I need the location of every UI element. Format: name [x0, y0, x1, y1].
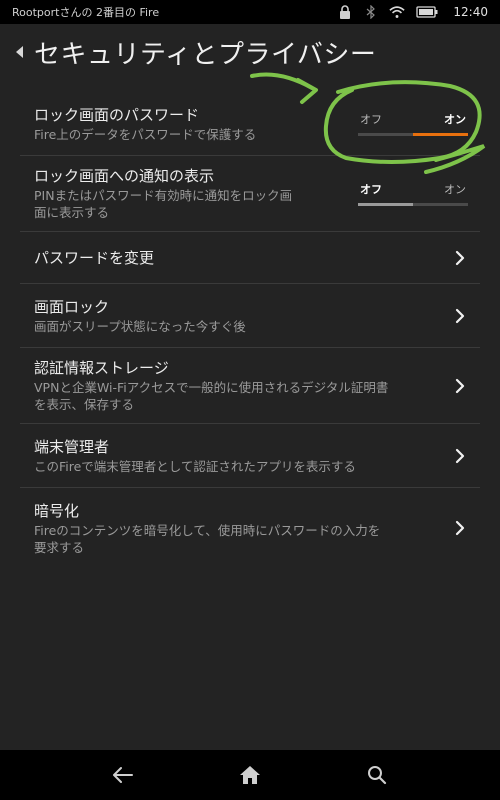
back-arrow-icon: [113, 767, 134, 783]
bluetooth-icon: [363, 4, 379, 20]
setting-title: ロック画面への通知の表示: [34, 167, 215, 185]
toggle-fill-off: [358, 203, 413, 206]
toggle-off-label: オフ: [360, 183, 382, 196]
toggle-labels: オフ オン: [358, 111, 468, 127]
setting-subtitle: Fire上のデータをパスワードで保護する: [34, 126, 257, 142]
setting-subtitle-line1: Fireのコンテンツを暗号化して、使用時にパスワードの入力を: [34, 522, 381, 538]
device-name: Rootportさんの 2番目の Fire: [12, 6, 160, 19]
setting-subtitle-line2: 要求する: [34, 539, 85, 555]
setting-subtitle-line1: PINまたはパスワード有効時に通知をロック画: [34, 188, 293, 203]
chevron-right-icon: [452, 249, 468, 267]
status-bar: Rootportさんの 2番目の Fire 12:40: [0, 0, 500, 24]
setting-encryption[interactable]: 暗号化 Fireのコンテンツを暗号化して、使用時にパスワードの入力を 要求する: [20, 488, 480, 568]
setting-lock-password-text: ロック画面のパスワード Fire上のデータをパスワードで保護する: [34, 105, 350, 143]
back-triangle-icon: [16, 46, 23, 58]
toggle-track: [358, 203, 468, 206]
search-icon: [367, 766, 386, 785]
setting-credential-storage-text: 認証情報ストレージ VPNと企業Wi-Fiアクセスで一般的に使用されるデジタル証…: [34, 358, 452, 413]
setting-change-password[interactable]: パスワードを変更: [20, 232, 480, 284]
setting-title: パスワードを変更: [34, 248, 155, 267]
setting-encryption-text: 暗号化 Fireのコンテンツを暗号化して、使用時にパスワードの入力を 要求する: [34, 501, 452, 556]
page-title: セキュリティとプライバシー: [34, 39, 377, 70]
chevron-right-icon: [452, 307, 468, 325]
chevron-right-icon: [452, 519, 468, 537]
setting-screen-lock-text: 画面ロック 画面がスリープ状態になった今すぐ後: [34, 297, 452, 335]
header: セキュリティとプライバシー: [0, 24, 500, 80]
nav-home-button[interactable]: [230, 755, 270, 795]
setting-subtitle-line2: 面に表示する: [34, 205, 110, 220]
setting-change-password-text: パスワードを変更: [34, 248, 452, 268]
setting-title: 端末管理者: [34, 437, 110, 456]
lock-password-toggle[interactable]: オフ オン: [358, 111, 468, 136]
chevron-right-icon: [452, 377, 468, 395]
status-time: 12:40: [453, 5, 488, 19]
setting-title: 認証情報ストレージ: [34, 359, 169, 377]
toggle-fill-on: [413, 133, 468, 136]
nav-bar: [0, 750, 500, 800]
wifi-icon: [389, 4, 406, 20]
toggle-on-label: オン: [444, 113, 466, 126]
chevron-right-icon: [452, 447, 468, 465]
back-button[interactable]: [10, 37, 28, 67]
setting-device-admin[interactable]: 端末管理者 このFireで端末管理者として認証されたアプリを表示する: [20, 424, 480, 488]
setting-subtitle: このFireで端末管理者として認証されたアプリを表示する: [34, 458, 356, 474]
toggle-off-label: オフ: [360, 113, 382, 126]
setting-lock-password[interactable]: ロック画面のパスワード Fire上のデータをパスワードで保護する オフ オン: [20, 92, 480, 156]
battery-icon: [415, 4, 439, 20]
lock-icon: [337, 4, 353, 20]
setting-subtitle-line2: を表示、保存する: [34, 397, 135, 412]
setting-credential-storage[interactable]: 認証情報ストレージ VPNと企業Wi-Fiアクセスで一般的に使用されるデジタル証…: [20, 348, 480, 424]
setting-lock-notifications[interactable]: ロック画面への通知の表示 PINまたはパスワード有効時に通知をロック画 面に表示…: [20, 156, 480, 232]
status-icons: 12:40: [337, 4, 488, 20]
setting-subtitle-line1: VPNと企業Wi-Fiアクセスで一般的に使用されるデジタル証明書: [34, 380, 389, 395]
setting-lock-notifications-text: ロック画面への通知の表示 PINまたはパスワード有効時に通知をロック画 面に表示…: [34, 166, 350, 221]
setting-screen-lock[interactable]: 画面ロック 画面がスリープ状態になった今すぐ後: [20, 284, 480, 348]
setting-title: ロック画面のパスワード: [34, 105, 200, 124]
setting-subtitle: 画面がスリープ状態になった今すぐ後: [34, 318, 246, 334]
nav-back-button[interactable]: [103, 755, 143, 795]
toggle-labels: オフ オン: [358, 181, 468, 197]
lock-notifications-toggle[interactable]: オフ オン: [358, 181, 468, 206]
setting-device-admin-text: 端末管理者 このFireで端末管理者として認証されたアプリを表示する: [34, 437, 452, 475]
toggle-on-label: オン: [444, 183, 466, 196]
settings-list: ロック画面のパスワード Fire上のデータをパスワードで保護する オフ オン ロ…: [20, 92, 480, 568]
toggle-track: [358, 133, 468, 136]
setting-title: 画面ロック: [34, 297, 110, 316]
home-icon: [239, 766, 260, 784]
nav-search-button[interactable]: [357, 755, 397, 795]
setting-title: 暗号化: [34, 501, 80, 520]
